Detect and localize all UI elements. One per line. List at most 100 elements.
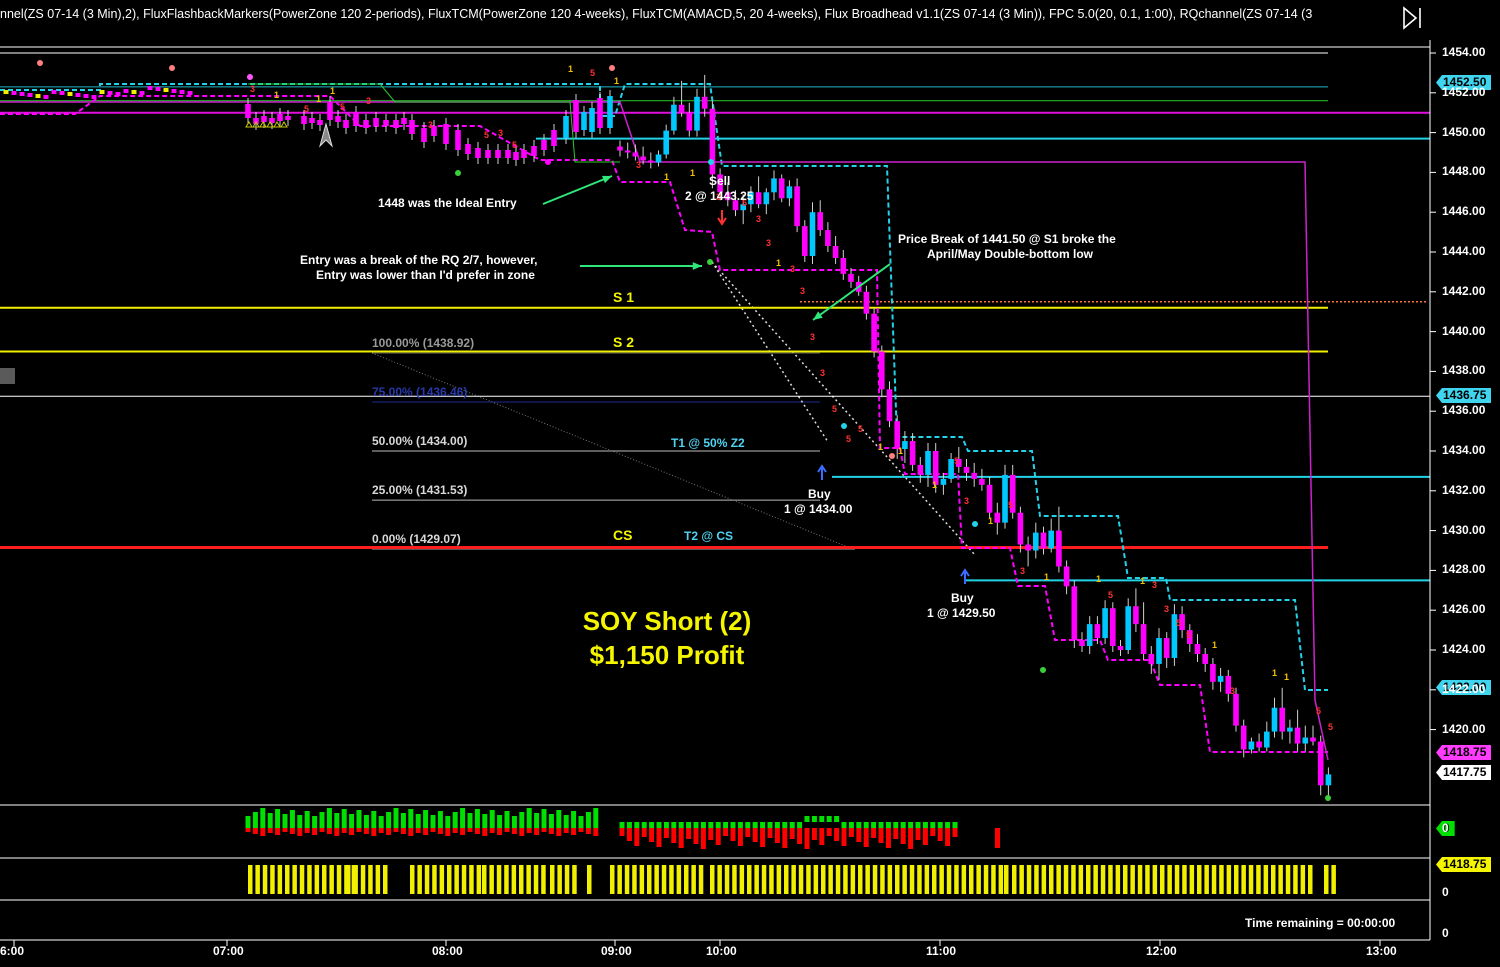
fpc-bar	[946, 865, 952, 894]
fpc-bar	[270, 865, 275, 894]
scroll-right-icon[interactable]	[1402, 6, 1424, 30]
histogram-bar-down	[593, 828, 599, 836]
indicator-header: nnel(ZS 07-14 (3 Min),2), FluxFlashbackM…	[0, 7, 1313, 21]
flashback-marker: 5	[512, 140, 517, 150]
candle-body	[343, 120, 349, 128]
candle-body	[409, 120, 415, 134]
flashback-marker: 3	[366, 96, 371, 106]
fpc-bar	[1145, 865, 1150, 894]
flashback-marker: 3	[756, 214, 761, 224]
candle-body	[327, 102, 333, 120]
candle-body	[309, 118, 315, 123]
histogram-bar-down	[745, 828, 751, 837]
flashback-marker: 3	[1152, 580, 1157, 590]
histogram-bar-up	[930, 822, 936, 828]
flashback-marker: 3	[800, 286, 805, 296]
histogram-bar-up	[871, 822, 877, 828]
trade-summary-line2: $1,150 Profit	[589, 640, 745, 670]
candle-body	[1264, 731, 1270, 748]
histogram-bar-up	[437, 811, 443, 828]
fpc-bar	[610, 865, 615, 894]
histogram-bar-up	[267, 813, 273, 828]
fpc-bar	[909, 865, 915, 894]
histogram-bar-up	[634, 822, 640, 828]
fpc-bar	[969, 865, 974, 894]
price-chart[interactable]: 1 5131 13533133335551 11531531 151 3355131 155…	[0, 0, 1500, 967]
histogram-bar-down	[437, 828, 443, 834]
fpc-bar	[835, 865, 841, 894]
signal-dot	[972, 521, 978, 527]
fpc-bar	[417, 865, 422, 894]
candle-body	[1294, 727, 1301, 744]
histogram-bar-down	[626, 828, 632, 841]
candle-body	[1202, 653, 1208, 664]
candle-body	[1079, 640, 1085, 647]
histogram-bar-down	[678, 828, 684, 848]
candle-body	[863, 291, 870, 314]
histogram-bar-up	[760, 822, 766, 828]
fpc-bar	[976, 865, 981, 894]
fib-50-label: 50.00% (1434.00)	[372, 434, 468, 448]
signal-dot	[708, 159, 714, 165]
candle-body	[1125, 606, 1131, 650]
candle-body	[155, 87, 161, 91]
candle-body	[521, 150, 527, 158]
fpc-bar	[410, 865, 415, 894]
fpc-bar	[1248, 865, 1254, 894]
histogram-bar-down	[686, 828, 692, 839]
fpc-bar	[1324, 865, 1329, 894]
candle-body	[701, 96, 708, 109]
histogram-bar-down	[548, 828, 554, 834]
histogram-bar-down	[312, 828, 318, 835]
candle-body	[261, 116, 267, 122]
fpc-bar	[375, 865, 381, 894]
candle-body	[35, 94, 41, 98]
fpc-bar	[1160, 865, 1165, 894]
candle-body	[1040, 532, 1047, 549]
fpc-bar	[784, 865, 789, 894]
fpc-bar	[299, 865, 305, 894]
fpc-bar	[1078, 865, 1084, 894]
histogram-bar-up	[326, 808, 332, 828]
histogram-bar-down	[378, 828, 384, 833]
y-tick-label: 1448.00	[1442, 164, 1486, 179]
flashback-marker: 3	[1020, 566, 1025, 576]
candle-body	[986, 484, 993, 513]
fpc-bar	[865, 865, 870, 894]
x-tick-label: 11:00	[926, 944, 957, 958]
histogram-bar-up	[519, 812, 525, 828]
histogram-bar-down	[326, 828, 332, 834]
candle-body	[632, 152, 639, 157]
histogram-bar-up	[534, 813, 540, 828]
fpc-bar	[447, 865, 452, 894]
y-tick-label: 1430.00	[1442, 522, 1486, 537]
fpc-bar	[850, 865, 856, 894]
histogram-bar-down	[782, 828, 788, 848]
fpc-bar	[710, 865, 715, 894]
fpc-badge: 1418.75	[1436, 857, 1492, 872]
y-tick-label: 1420.00	[1442, 721, 1486, 736]
histogram-bar-down	[267, 828, 273, 833]
histogram-bar-up	[489, 810, 495, 828]
histogram-bar-up	[885, 822, 891, 828]
side-marker	[0, 368, 15, 384]
fpc-bar	[1012, 865, 1017, 894]
price-badge-magenta: 1418.75	[1436, 745, 1492, 760]
flashback-marker: 3	[820, 368, 825, 378]
fpc-bar	[617, 865, 622, 894]
histogram-bar-down	[408, 828, 414, 836]
flashback-marker: 1	[898, 446, 903, 456]
histogram-bar-down	[349, 828, 355, 835]
cs-label: CS	[613, 527, 633, 543]
fpc-bar	[1123, 865, 1128, 894]
histogram-bar-down	[289, 828, 295, 834]
histogram-bar-up	[445, 816, 451, 828]
histogram-bar-down	[737, 828, 743, 846]
candle-body	[393, 120, 399, 128]
histogram-bar-up	[908, 822, 914, 828]
histogram-bar-up	[371, 811, 377, 828]
histogram-bar-down	[700, 828, 706, 849]
histogram-bar-down	[878, 828, 884, 843]
fpc-bar	[541, 865, 546, 894]
fpc-bar	[806, 865, 811, 894]
